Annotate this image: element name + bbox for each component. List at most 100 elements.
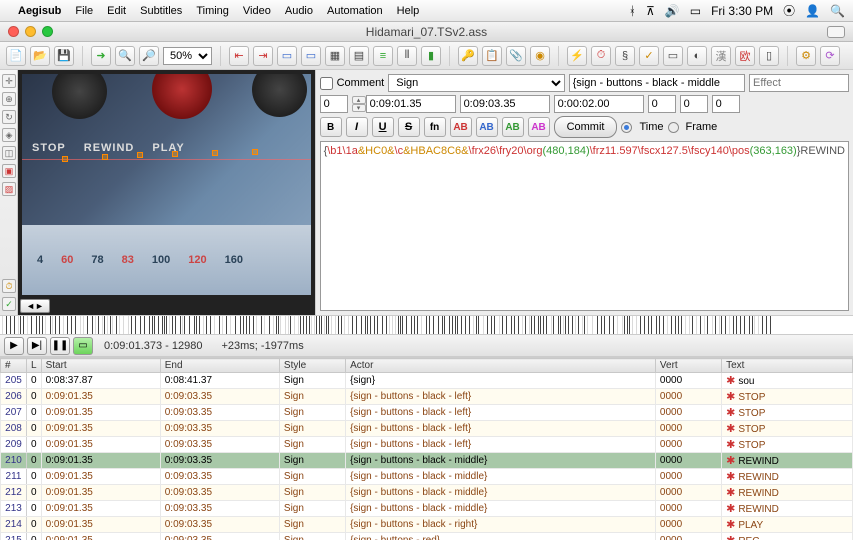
start-time-field[interactable]: [366, 95, 456, 113]
styling-button[interactable]: 欧: [735, 46, 755, 66]
margin-l-field[interactable]: [648, 95, 676, 113]
duration-field[interactable]: [554, 95, 644, 113]
menu-audio[interactable]: Audio: [285, 5, 313, 17]
app-name[interactable]: Aegisub: [18, 5, 61, 17]
color2-button[interactable]: AB: [476, 117, 498, 137]
comment-checkbox[interactable]: [320, 77, 333, 90]
bold-button[interactable]: B: [320, 117, 342, 137]
video-seek-button[interactable]: ◄►: [20, 299, 50, 313]
wifi-icon[interactable]: ⊼: [646, 4, 655, 18]
zoom-in-button[interactable]: 🔍: [115, 46, 135, 66]
color1-button[interactable]: AB: [450, 117, 472, 137]
table-row[interactable]: 20600:09:01.350:09:03.35Sign{sign - butt…: [1, 389, 853, 405]
toggle-autoplay-button[interactable]: ▭: [73, 337, 93, 355]
clip-tool[interactable]: ▣: [2, 164, 16, 178]
actor-field[interactable]: [569, 74, 745, 92]
snap-end-button[interactable]: ▭: [301, 46, 321, 66]
translate-button[interactable]: ▭: [663, 46, 683, 66]
scale-tool[interactable]: ◫: [2, 146, 16, 160]
play-button[interactable]: ▶: [4, 337, 24, 355]
shift-end-button[interactable]: ⇥: [253, 46, 273, 66]
search-icon[interactable]: 🔍: [830, 4, 845, 18]
close-button[interactable]: [8, 26, 19, 37]
pause-button[interactable]: ❚❚: [50, 337, 70, 355]
color4-button[interactable]: AB: [528, 117, 550, 137]
table-row[interactable]: 20800:09:01.350:09:03.35Sign{sign - butt…: [1, 421, 853, 437]
margin-r-field[interactable]: [680, 95, 708, 113]
layer-up[interactable]: ▴: [352, 96, 366, 104]
clock[interactable]: Fri 3:30 PM: [711, 4, 773, 18]
subtitle-text-input[interactable]: {\b1\1a&HC0&\c&HBAC8C6&\frx26\fry20\org(…: [320, 141, 849, 311]
video-button[interactable]: ▮: [421, 46, 441, 66]
crosshair-tool[interactable]: ✛: [2, 74, 16, 88]
video-display[interactable]: STOPREWINDPLAY 4607883100120160 ◄►: [18, 70, 316, 315]
minimize-button[interactable]: [25, 26, 36, 37]
fonts-button[interactable]: ▯: [759, 46, 779, 66]
save-file-button[interactable]: 💾: [54, 46, 74, 66]
table-row[interactable]: 21400:09:01.350:09:03.35Sign{sign - butt…: [1, 517, 853, 533]
volume-icon[interactable]: 🔊: [665, 4, 680, 18]
rotate-xy-tool[interactable]: ◈: [2, 128, 16, 142]
settings-button[interactable]: ⚙: [796, 46, 816, 66]
user-icon[interactable]: 👤: [805, 4, 820, 18]
table-row[interactable]: 21000:09:01.350:09:03.35Sign{sign - butt…: [1, 453, 853, 469]
table-row[interactable]: 21200:09:01.350:09:03.35Sign{sign - butt…: [1, 485, 853, 501]
menu-automation[interactable]: Automation: [327, 5, 383, 17]
detach-button[interactable]: ▤: [349, 46, 369, 66]
timeline-button[interactable]: ⫴: [397, 46, 417, 66]
keyframe-button[interactable]: 🔑: [458, 46, 478, 66]
spotlight-icon[interactable]: ⦿: [783, 2, 795, 19]
layer-field[interactable]: [320, 95, 348, 113]
snap-start-button[interactable]: ▭: [277, 46, 297, 66]
menu-video[interactable]: Video: [243, 5, 271, 17]
style-select[interactable]: Sign: [388, 74, 564, 92]
underline-button[interactable]: U: [372, 117, 394, 137]
layer-down[interactable]: ▾: [352, 104, 366, 112]
select-visible-button[interactable]: ▦: [325, 46, 345, 66]
audio-waveform[interactable]: [0, 315, 853, 335]
menu-timing[interactable]: Timing: [196, 5, 229, 17]
color3-button[interactable]: AB: [502, 117, 524, 137]
shift-times-button[interactable]: ⏱: [591, 46, 611, 66]
time-radio[interactable]: [621, 122, 632, 133]
subtitle-grid[interactable]: #LStartEndStyleActorVertText 20500:08:37…: [0, 357, 853, 540]
margin-v-field[interactable]: [712, 95, 740, 113]
help-tool[interactable]: ⏱: [2, 279, 16, 293]
kanji-button[interactable]: 漢: [711, 46, 731, 66]
toolbar-toggle-button[interactable]: [827, 26, 845, 38]
menu-edit[interactable]: Edit: [107, 5, 126, 17]
effect-field[interactable]: [749, 74, 849, 92]
commit-button[interactable]: Commit: [554, 116, 618, 138]
zoom-select[interactable]: 50%: [163, 47, 212, 65]
italic-button[interactable]: I: [346, 117, 368, 137]
table-row[interactable]: 21100:09:01.350:09:03.35Sign{sign - butt…: [1, 469, 853, 485]
shift-start-button[interactable]: ⇤: [229, 46, 249, 66]
toggle-tool[interactable]: ✓: [2, 297, 16, 311]
frame-radio[interactable]: [668, 122, 679, 133]
attachment-button[interactable]: 📎: [506, 46, 526, 66]
jump-button[interactable]: ➜: [91, 46, 111, 66]
play-line-button[interactable]: ▶|: [27, 337, 47, 355]
list-button[interactable]: ≡: [373, 46, 393, 66]
move-tool[interactable]: ⊕: [2, 92, 16, 106]
rotate-z-tool[interactable]: ↻: [2, 110, 16, 124]
battery-icon[interactable]: ▭: [690, 4, 701, 18]
new-file-button[interactable]: 📄: [6, 46, 26, 66]
table-row[interactable]: 20500:08:37.870:08:41.37Sign{sign}0000✱s…: [1, 373, 853, 389]
table-row[interactable]: 20700:09:01.350:09:03.35Sign{sign - butt…: [1, 405, 853, 421]
sort-button[interactable]: §: [615, 46, 635, 66]
menu-subtitles[interactable]: Subtitles: [140, 5, 182, 17]
table-row[interactable]: 20900:09:01.350:09:03.35Sign{sign - butt…: [1, 437, 853, 453]
bluetooth-icon[interactable]: ᚼ: [629, 4, 636, 18]
font-button[interactable]: fn: [424, 117, 446, 137]
table-row[interactable]: 21300:09:01.350:09:03.35Sign{sign - butt…: [1, 501, 853, 517]
spellcheck-button[interactable]: ✓: [639, 46, 659, 66]
open-file-button[interactable]: 📂: [30, 46, 50, 66]
menu-help[interactable]: Help: [397, 5, 420, 17]
resample-button[interactable]: ◉: [530, 46, 550, 66]
zoom-out-button[interactable]: 🔎: [139, 46, 159, 66]
cycle-button[interactable]: ⟳: [820, 46, 840, 66]
end-time-field[interactable]: [460, 95, 550, 113]
properties-button[interactable]: 📋: [482, 46, 502, 66]
table-row[interactable]: 21500:09:01.350:09:03.35Sign{sign - butt…: [1, 533, 853, 540]
